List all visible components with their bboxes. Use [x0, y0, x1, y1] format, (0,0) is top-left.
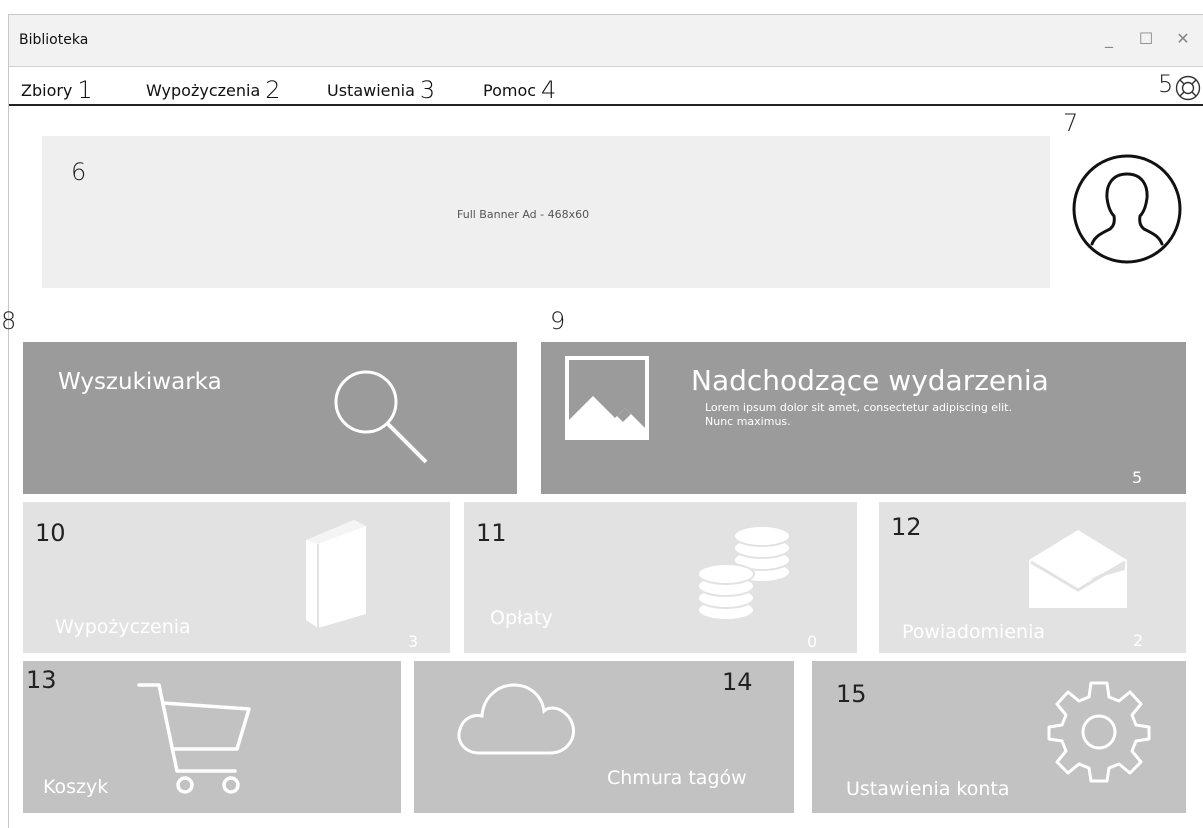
menu-item-wypozyczenia[interactable]: Wypożyczenia 2 — [146, 76, 281, 104]
menu-label: Pomoc — [483, 81, 537, 100]
tile-label: Koszyk — [43, 776, 109, 798]
close-button[interactable]: ✕ — [1172, 29, 1194, 48]
tile-number-tags: 14 — [722, 668, 753, 696]
minimize-button[interactable]: _ — [1098, 29, 1120, 48]
tile-label: Wyszukiwarka — [58, 369, 222, 395]
tile-search[interactable]: Wyszukiwarka — [23, 342, 517, 494]
tile-number-search: 8 — [1, 307, 17, 335]
tile-cart[interactable]: 13 Koszyk — [23, 661, 401, 813]
help-number: 5 — [1158, 70, 1174, 98]
tile-number-events: 9 — [550, 307, 566, 335]
events-title: Nadchodzące wydarzenia — [691, 364, 1049, 397]
book-icon — [306, 520, 366, 628]
tile-label: Wypożyczenia — [55, 616, 191, 638]
tile-account-settings[interactable]: 15 Ustawienia konta — [812, 661, 1186, 813]
cloud-icon — [457, 683, 576, 755]
tile-number-fees: 11 — [476, 519, 507, 547]
tile-fees[interactable]: 11 Opłaty 0 — [464, 502, 857, 653]
image-icon — [565, 356, 649, 440]
loans-count: 3 — [408, 632, 419, 651]
tile-number-account: 15 — [836, 680, 867, 708]
tile-loans[interactable]: 10 Wypożyczenia 3 — [23, 502, 450, 653]
tile-number-notifications: 12 — [891, 513, 922, 541]
envelope-icon — [1029, 530, 1127, 608]
menu-item-ustawienia[interactable]: Ustawienia 3 — [327, 76, 435, 104]
menu-item-zbiory[interactable]: Zbiory 1 — [21, 76, 93, 104]
avatar-number: 7 — [1063, 109, 1079, 137]
menu-number: 1 — [77, 76, 93, 104]
tile-label: Powiadomienia — [902, 621, 1045, 643]
menu-number: 3 — [419, 76, 436, 104]
menu-label: Ustawienia — [327, 81, 415, 100]
tile-tags[interactable]: 14 Chmura tagów — [414, 661, 794, 813]
window-title: Biblioteka — [19, 32, 89, 48]
menu-bar: Zbiory 1 Wypożyczenia 2 Ustawienia 3 Pomoc 4… — [9, 67, 1203, 106]
gear-icon — [1047, 681, 1151, 783]
app-window: Biblioteka _ ☐ ✕ Zbiory 1 Wypożyczenia 2 U… — [1, 14, 1203, 828]
banner-number: 6 — [71, 158, 87, 186]
events-description-line2: Nunc maximus. — [705, 415, 791, 428]
cart-icon — [137, 683, 251, 794]
tile-number-cart: 13 — [26, 666, 57, 694]
title-bar: Biblioteka _ ☐ ✕ — [9, 15, 1203, 67]
tile-events[interactable]: Nadchodzące wydarzenia Lorem ipsum dolor… — [541, 342, 1186, 494]
tile-notifications[interactable]: 12 Powiadomienia 2 — [879, 502, 1186, 653]
menu-label: Wypożyczenia — [146, 81, 261, 100]
events-count: 5 — [1132, 468, 1143, 487]
events-description-line1: Lorem ipsum dolor sit amet, consectetur … — [705, 401, 1012, 414]
fees-count: 0 — [807, 632, 818, 651]
coins-icon — [697, 525, 791, 621]
menu-number: 2 — [265, 76, 281, 104]
lifebuoy-icon[interactable] — [1175, 75, 1201, 101]
banner-text: Full Banner Ad - 468x60 — [457, 208, 590, 221]
tile-label: Ustawienia konta — [846, 778, 1010, 800]
tile-label: Opłaty — [490, 607, 553, 629]
banner-ad[interactable]: 6 Full Banner Ad - 468x60 — [42, 136, 1050, 288]
menu-number: 4 — [541, 76, 557, 104]
tile-label: Chmura tagów — [607, 767, 747, 789]
tile-number-loans: 10 — [35, 519, 66, 547]
notifications-count: 2 — [1133, 631, 1144, 650]
search-icon — [334, 370, 428, 464]
menu-item-pomoc[interactable]: Pomoc 4 — [483, 76, 556, 104]
menu-label: Zbiory — [21, 81, 73, 100]
maximize-button[interactable]: ☐ — [1135, 29, 1157, 48]
user-avatar-icon[interactable] — [1070, 152, 1184, 266]
